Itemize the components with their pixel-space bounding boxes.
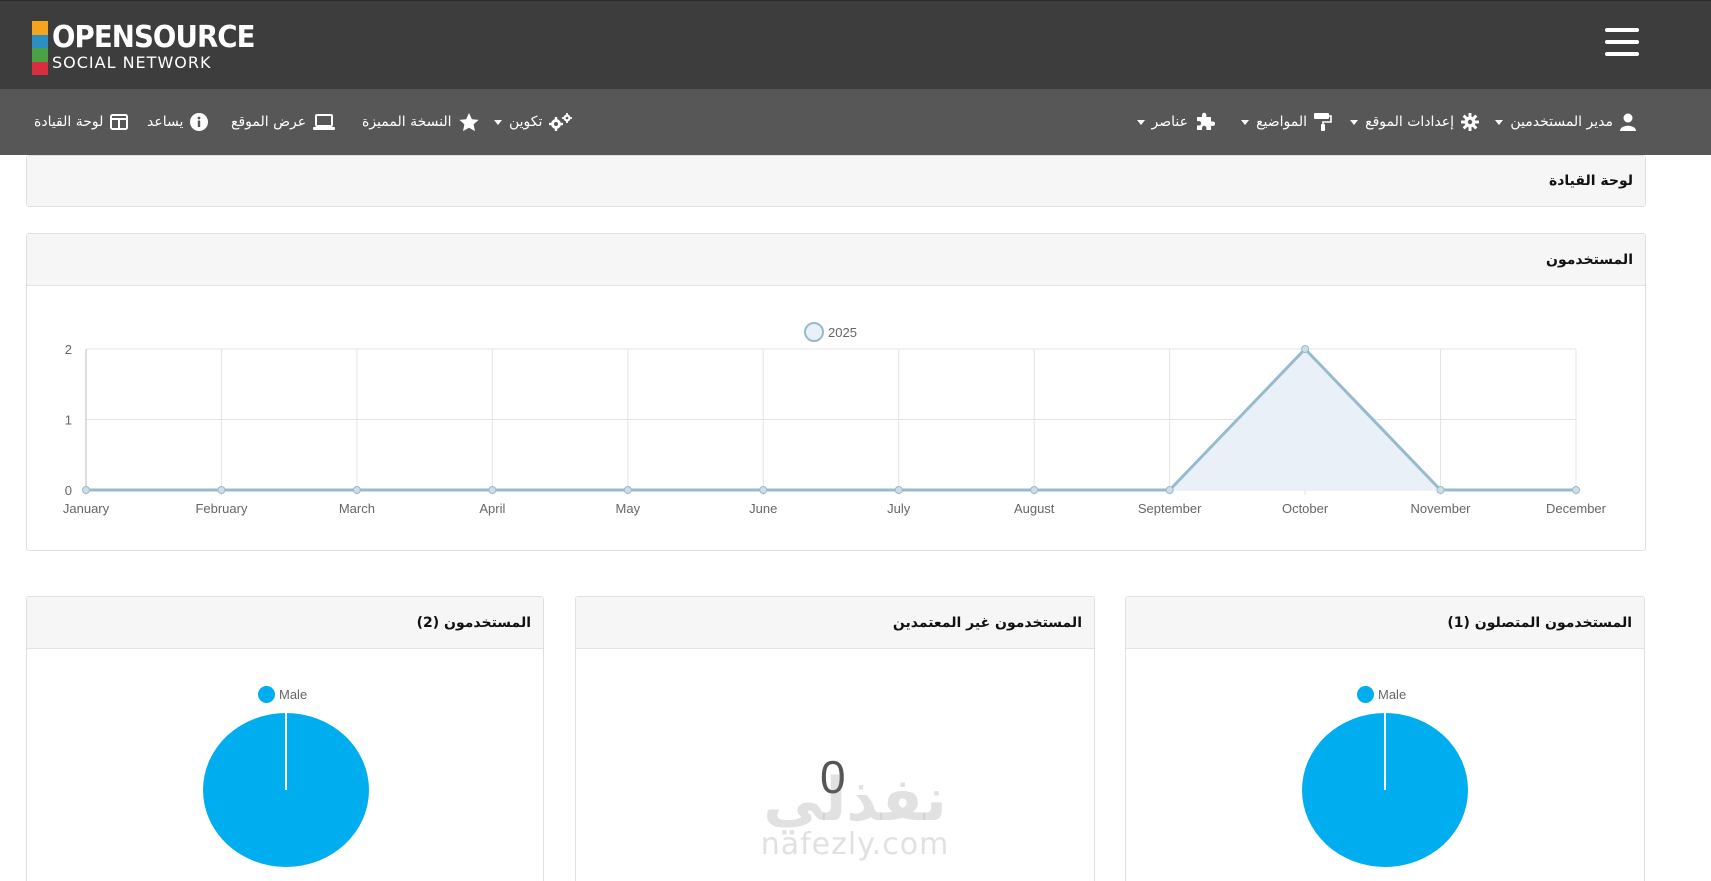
x-tick-label: March — [339, 501, 375, 516]
x-tick-label: July — [887, 501, 911, 516]
unvalidated-users-title: المستخدمون غير المعتمدين — [892, 614, 1082, 631]
online-gender-pie-chart — [1302, 713, 1468, 867]
online-users-title: المستخدمون المتصلون (1) — [1447, 614, 1632, 631]
x-tick-label: May — [616, 501, 641, 516]
data-point-august — [1030, 486, 1039, 494]
data-point-october — [1301, 345, 1310, 353]
data-point-september — [1165, 486, 1174, 494]
users-count-title: المستخدمون (2) — [416, 614, 531, 631]
unvalidated-users-card: المستخدمون غير المعتمدين — [575, 596, 1095, 881]
pie-legend-online[interactable]: Male — [1357, 686, 1406, 703]
data-point-january — [82, 486, 90, 494]
x-tick-label: November — [1411, 501, 1472, 516]
unvalidated-users-count: 0 — [820, 751, 846, 803]
y-tick-label: 0 — [65, 483, 72, 498]
x-tick-label: December — [1546, 501, 1607, 516]
x-tick-label: August — [1014, 501, 1055, 516]
legend-swatch — [1357, 686, 1374, 703]
x-tick-label: June — [749, 501, 777, 516]
data-point-april — [488, 486, 497, 494]
data-point-may — [623, 486, 632, 494]
x-tick-label: February — [195, 501, 248, 516]
data-point-march — [352, 486, 361, 494]
legend-swatch — [258, 686, 275, 703]
data-point-february — [217, 486, 226, 494]
y-tick-label: 2 — [65, 342, 72, 357]
y-tick-label: 1 — [65, 413, 72, 428]
data-point-december — [1572, 486, 1580, 494]
pie-legend-users[interactable]: Male — [258, 686, 307, 703]
x-tick-label: October — [1282, 501, 1329, 516]
data-point-june — [759, 486, 768, 494]
x-tick-label: April — [479, 501, 505, 516]
data-point-july — [894, 486, 903, 494]
legend-label-male: Male — [279, 687, 308, 702]
users-gender-pie-chart — [203, 713, 369, 867]
x-tick-label: January — [63, 501, 110, 516]
legend-label-male: Male — [1378, 687, 1407, 702]
data-point-november — [1436, 486, 1445, 494]
x-tick-label: September — [1138, 501, 1202, 516]
